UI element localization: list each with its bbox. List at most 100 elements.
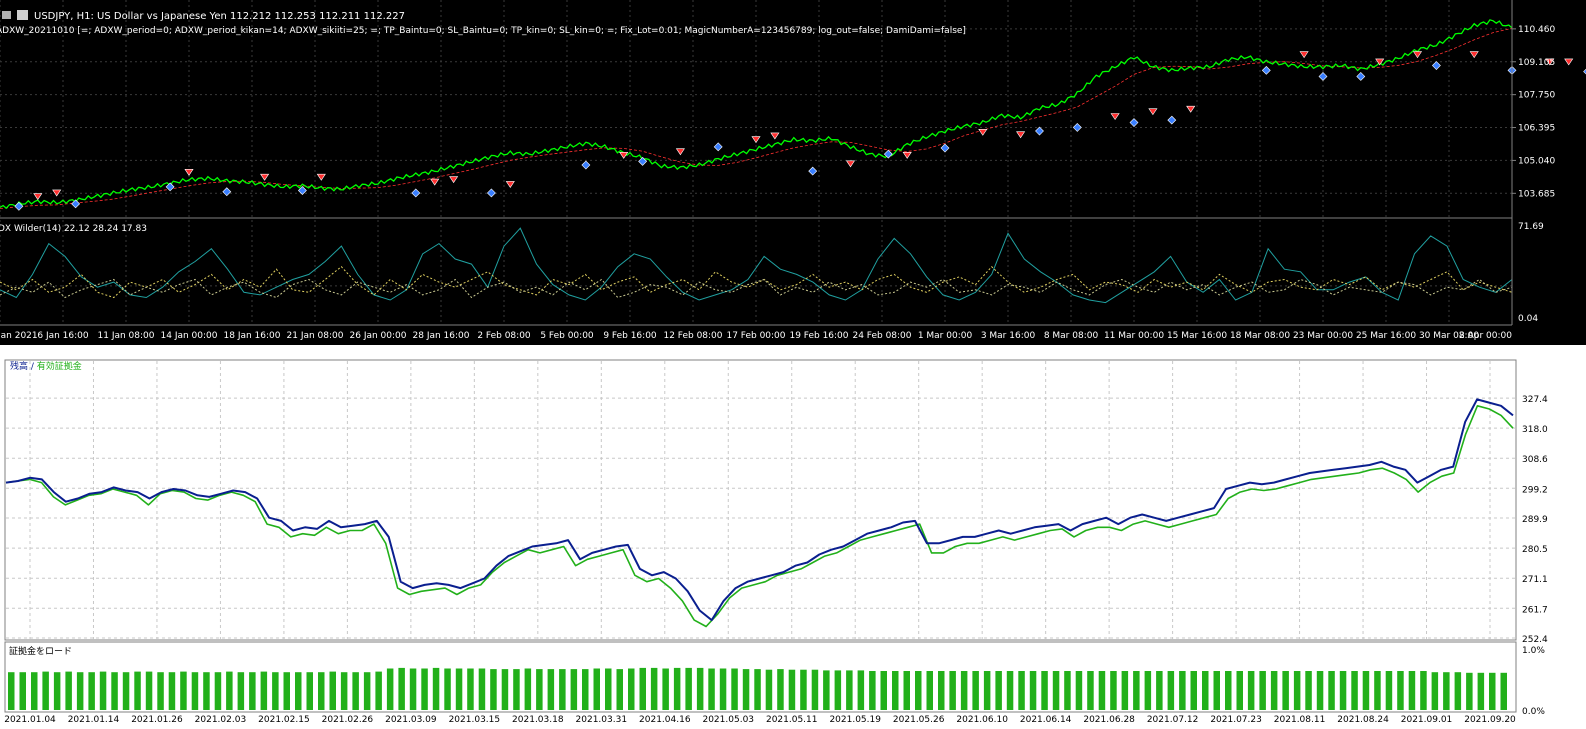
date-tick-label: 2021.03.18 [512, 715, 564, 725]
load-bar [708, 668, 715, 710]
load-bar [1190, 671, 1197, 710]
load-bar [593, 668, 600, 710]
adx-label: DX Wilder(14) 22.12 28.24 17.83 [0, 224, 147, 234]
date-tick-label: 2021.04.16 [639, 715, 691, 725]
load-bar [191, 672, 199, 710]
load-bar [214, 672, 222, 710]
time-tick-label: 11 Mar 00:00 [1104, 331, 1164, 341]
adx-tick-label: 71.69 [1518, 222, 1544, 232]
load-bar [754, 669, 761, 710]
load-bar [742, 669, 750, 710]
load-bar [478, 668, 486, 710]
load-bar [329, 671, 336, 710]
load-bar [1408, 671, 1416, 710]
load-bar [915, 671, 922, 710]
load-bar [306, 672, 313, 710]
load-bar [685, 667, 692, 710]
load-bar [145, 671, 153, 710]
candlestick-icon [17, 10, 28, 20]
load-bar [1247, 671, 1255, 710]
date-tick-label: 2021.07.23 [1210, 715, 1262, 725]
load-bar [1064, 671, 1071, 710]
equity-tick-label: 261.7 [1522, 605, 1548, 615]
load-bar [375, 671, 382, 710]
load-bar [88, 672, 95, 710]
load-bar [340, 672, 348, 710]
load-bar [19, 672, 26, 710]
time-tick-label: 2 Apr 00:00 [1459, 331, 1512, 341]
load-bar [1270, 671, 1278, 710]
load-bar [1385, 671, 1393, 710]
load-bar [673, 667, 681, 710]
load-tick-label: 0.0% [1522, 707, 1545, 717]
time-tick-label: Jan 2021 [0, 331, 38, 341]
load-bar [501, 669, 509, 710]
load-bar [1489, 672, 1496, 710]
date-tick-label: 2021.01.04 [4, 715, 56, 725]
date-tick-label: 2021.07.12 [1147, 715, 1199, 725]
load-bar [1328, 671, 1335, 710]
price-tick-label: 110.460 [1518, 25, 1555, 35]
load-bar [582, 669, 589, 710]
date-tick-label: 2021.08.24 [1337, 715, 1389, 725]
load-bar [1259, 671, 1266, 710]
load-bar [662, 668, 669, 710]
load-bar [1420, 671, 1427, 710]
time-tick-label: 26 Jan 00:00 [350, 331, 407, 341]
load-bar [1236, 671, 1243, 710]
load-bar [283, 672, 290, 710]
time-tick-label: 6 Jan 16:00 [37, 331, 89, 341]
time-tick-label: 1 Mar 00:00 [918, 331, 973, 341]
load-bar [650, 667, 658, 710]
date-tick-label: 2021.01.26 [131, 715, 183, 725]
price-chart-background [0, 0, 1586, 345]
price-chart-panel[interactable]: 103.685 105.040 106.395 107.750 109.105 110.4… [0, 0, 1586, 345]
load-bar [1087, 671, 1094, 710]
grid-icon [2, 11, 11, 19]
load-bar [1397, 671, 1404, 710]
load-bar [938, 671, 945, 710]
load-bar [800, 669, 807, 710]
mt4-strategy-tester-report: 103.685 105.040 106.395 107.750 109.105 110.4… [0, 0, 1586, 729]
load-bar [823, 670, 830, 710]
load-bar [1179, 671, 1186, 710]
time-tick-label: 15 Mar 16:00 [1167, 331, 1227, 341]
time-tick-label: 3 Mar 16:00 [981, 331, 1036, 341]
price-tick-label: 106.395 [1518, 124, 1555, 134]
load-bar [432, 667, 440, 710]
date-tick-label: 2021.03.15 [449, 715, 501, 725]
load-bar [869, 671, 876, 710]
date-tick-label: 2021.05.11 [766, 715, 818, 725]
time-tick-label: 25 Mar 16:00 [1356, 331, 1416, 341]
load-bar [1098, 671, 1106, 710]
load-bar [31, 672, 38, 710]
date-tick-label: 2021.02.15 [258, 715, 310, 725]
load-bar [421, 668, 428, 710]
load-bar [122, 672, 130, 710]
date-tick-label: 2021.05.19 [829, 715, 881, 725]
load-bar [409, 668, 417, 710]
equity-chart-panel: 残高 / 有効証拠金 252.4 261.7 271.1 280.5 289.9 299.… [0, 345, 1586, 729]
load-bar [76, 672, 84, 710]
time-tick-label: 5 Feb 00:00 [540, 331, 594, 341]
load-bar [1316, 671, 1324, 710]
load-bar [1282, 671, 1289, 710]
date-tick-label: 2021.03.31 [576, 715, 628, 725]
load-bar [1041, 671, 1048, 710]
ea-parameters: ADXW_20211010 [=; ADXW_period=0; ADXW_pe… [0, 26, 966, 36]
load-bar [226, 671, 233, 710]
symbol-info: USDJPY, H1: US Dollar vs Japanese Yen 11… [34, 11, 405, 22]
time-tick-label: 17 Feb 00:00 [726, 331, 785, 341]
load-bar [1374, 671, 1381, 710]
load-bar [1443, 672, 1450, 710]
load-bar [524, 668, 532, 710]
load-bar [157, 672, 164, 710]
load-bar [1500, 672, 1507, 710]
equity-legend: 残高 / 有効証拠金 [10, 360, 82, 372]
load-bar [1144, 671, 1152, 710]
load-bar [1454, 672, 1462, 710]
load-bar [1167, 671, 1175, 710]
price-tick-label: 107.750 [1518, 91, 1555, 101]
date-tick-label: 2021.01.14 [68, 715, 120, 725]
equity-tick-label: 327.4 [1522, 395, 1548, 405]
